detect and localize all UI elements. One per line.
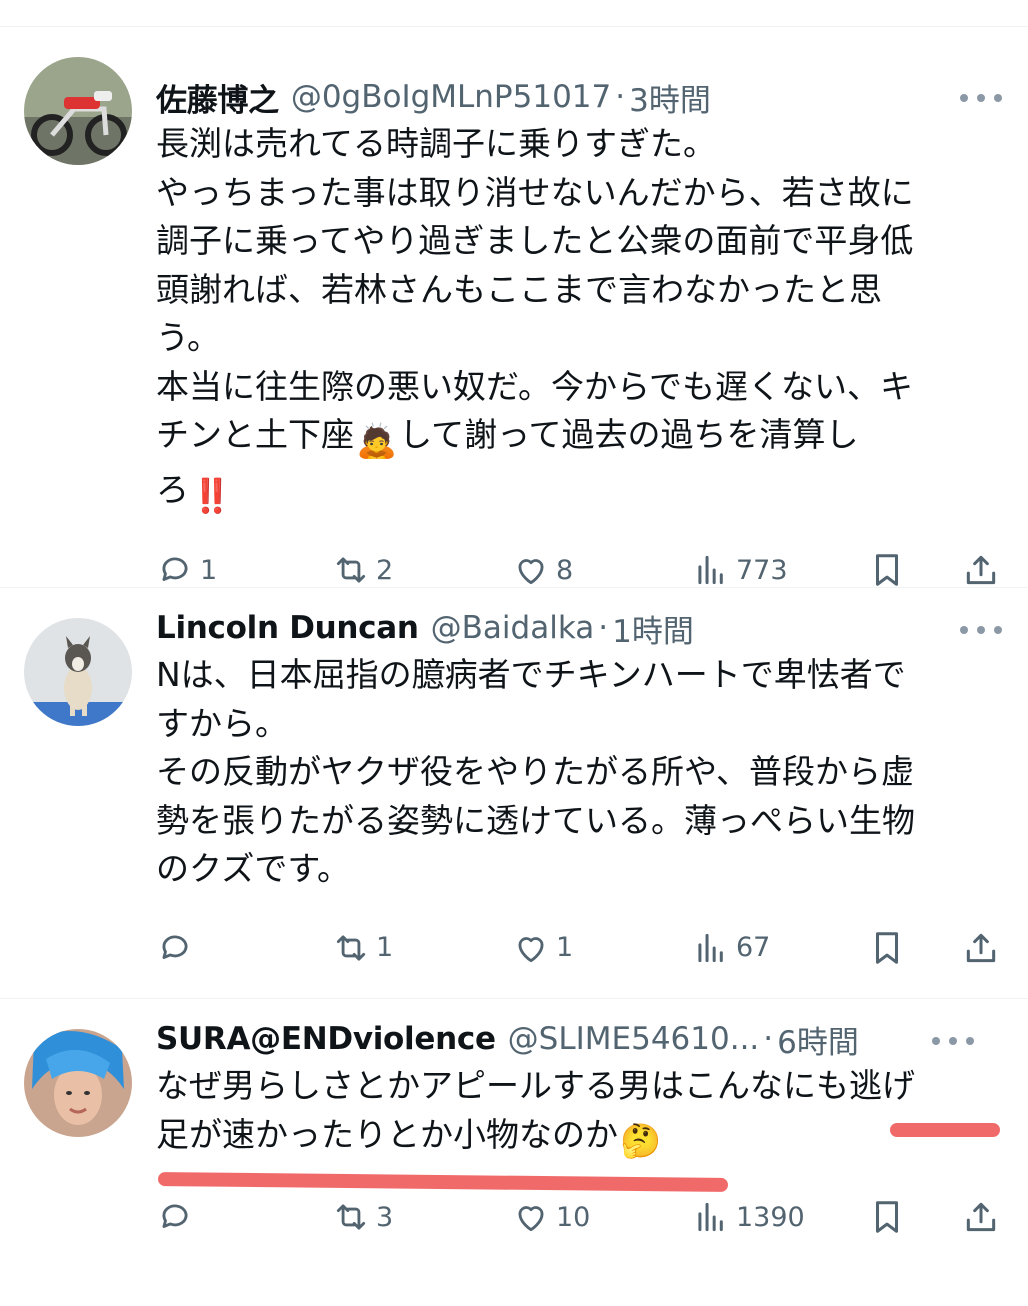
- views-icon: [698, 555, 723, 585]
- share-button[interactable]: [962, 548, 1000, 592]
- avatar[interactable]: [24, 1029, 132, 1137]
- tweet-text: Nは、日本屈指の臆病者でチキンハートで卑怯者で すから。 その反動がヤクザ役をやりた…: [156, 655, 915, 888]
- reply-button[interactable]: [156, 926, 200, 970]
- reply-icon: [162, 1204, 188, 1228]
- reply-button[interactable]: [156, 1195, 200, 1239]
- retweet-count: 3: [376, 1201, 394, 1233]
- bookmark-button[interactable]: [868, 548, 906, 592]
- view-count: 1390: [736, 1201, 805, 1233]
- tweet[interactable]: 佐藤博之 @0gBoIgMLnP51017 · 3時間 長渕は売れてる時調子に乗…: [0, 27, 1028, 587]
- avatar[interactable]: [24, 618, 132, 726]
- heart-icon: [518, 1206, 544, 1232]
- user-name[interactable]: Lincoln Duncan: [156, 610, 419, 646]
- like-count: 8: [556, 554, 574, 586]
- highlight-underline: [890, 1123, 1000, 1137]
- bowing-emoji-icon: 🙇: [356, 421, 398, 460]
- avatar[interactable]: [24, 57, 132, 165]
- reply-count: 1: [200, 554, 218, 586]
- user-handle[interactable]: @0gBoIgMLnP51017: [291, 79, 611, 115]
- bookmark-icon: [875, 554, 899, 586]
- timeline: 佐藤博之 @0gBoIgMLnP51017 · 3時間 長渕は売れてる時調子に乗…: [0, 26, 1028, 1267]
- timestamp[interactable]: 3時間: [629, 75, 711, 120]
- timestamp[interactable]: 6時間: [777, 1017, 859, 1062]
- tweet-header: SURA@ENDviolence @SLIME54610... · 6時間: [156, 999, 1000, 1062]
- reply-button[interactable]: 1: [156, 548, 217, 592]
- double-exclamation-icon: ‼️: [191, 475, 233, 515]
- thinking-face-icon: 🤔: [620, 1120, 662, 1160]
- views-icon: [698, 933, 723, 962]
- tweet[interactable]: Lincoln Duncan @Baidalka · 1時間 Nは、日本屈指の臆…: [0, 588, 1028, 998]
- retweet-button[interactable]: 2: [332, 548, 393, 592]
- views-button[interactable]: 773: [692, 548, 788, 592]
- bookmark-button[interactable]: [868, 1195, 906, 1239]
- like-button[interactable]: 10: [512, 1195, 590, 1239]
- like-count: 10: [556, 1201, 591, 1233]
- like-button[interactable]: 1: [512, 926, 573, 970]
- retweet-icon: [336, 1204, 366, 1230]
- separator: ·: [615, 79, 626, 115]
- tweet-header: 佐藤博之 @0gBoIgMLnP51017 · 3時間: [156, 27, 1002, 120]
- bookmark-icon: [875, 1201, 899, 1233]
- retweet-count: 1: [376, 932, 394, 963]
- like-count: 1: [556, 932, 574, 963]
- bookmark-icon: [875, 931, 899, 964]
- more-options-icon[interactable]: [960, 92, 1002, 104]
- user-handle[interactable]: @SLIME54610...: [508, 1021, 760, 1057]
- views-button[interactable]: 1390: [692, 1195, 805, 1239]
- heart-icon: [518, 936, 544, 962]
- tweet[interactable]: SURA@ENDviolence @SLIME54610... · 6時間 なぜ…: [0, 999, 1028, 1267]
- view-count: 773: [736, 554, 788, 586]
- retweet-icon: [336, 557, 366, 583]
- tweet-text: なぜ男らしさとかアピールする男はこんなにも逃げ 足が速かったりとか小物なのか🤔: [156, 1062, 1000, 1165]
- retweet-button[interactable]: 3: [332, 1195, 393, 1239]
- user-name[interactable]: SURA@ENDviolence: [156, 1021, 496, 1057]
- tweet-actions: 3 10 1390: [156, 1187, 1000, 1247]
- separator: ·: [763, 1021, 774, 1057]
- reply-icon: [162, 557, 188, 581]
- retweet-count: 2: [376, 554, 394, 586]
- timestamp[interactable]: 1時間: [612, 606, 694, 651]
- share-icon: [966, 933, 996, 962]
- share-button[interactable]: [962, 926, 1000, 970]
- retweet-icon: [336, 934, 366, 961]
- more-options-icon[interactable]: [960, 624, 1002, 636]
- user-name[interactable]: 佐藤博之: [156, 75, 279, 120]
- reply-icon: [162, 935, 188, 959]
- share-icon: [966, 555, 996, 585]
- separator: ·: [598, 610, 609, 646]
- more-options-icon[interactable]: [932, 1035, 974, 1047]
- tweet-header: Lincoln Duncan @Baidalka · 1時間: [156, 588, 1002, 651]
- retweet-button[interactable]: 1: [332, 926, 393, 970]
- tweet-text: 長渕は売れてる時調子に乗りすぎた。 やっちまった事は取り消せないんだから、若さ故に…: [156, 120, 1000, 520]
- user-handle[interactable]: @Baidalka: [431, 610, 595, 646]
- views-button[interactable]: 67: [692, 926, 770, 970]
- like-button[interactable]: 8: [512, 548, 573, 592]
- share-button[interactable]: [962, 1195, 1000, 1239]
- views-icon: [698, 1202, 723, 1232]
- heart-icon: [518, 559, 544, 585]
- bookmark-button[interactable]: [868, 926, 906, 970]
- view-count: 67: [736, 932, 771, 963]
- share-icon: [966, 1202, 996, 1232]
- tweet-actions: 1 1 67: [156, 918, 1000, 978]
